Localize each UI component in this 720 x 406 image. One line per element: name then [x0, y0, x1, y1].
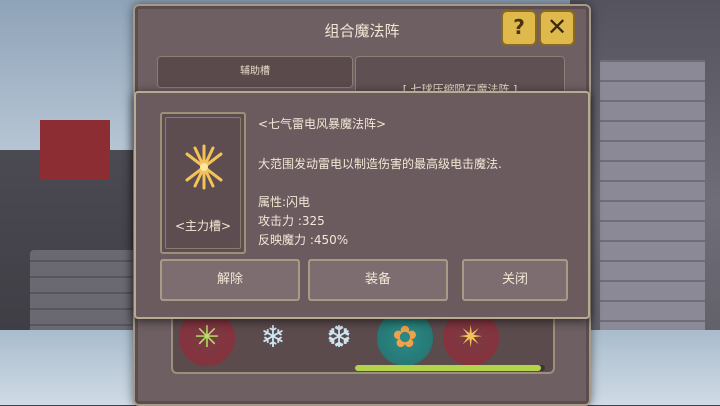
skill-attribute: 属性:闪电 — [258, 195, 311, 209]
unequip-button[interactable]: 解除 — [160, 259, 300, 301]
skill-description: 大范围发动雷电以制造伤害的最高级电击魔法. — [258, 157, 502, 171]
main-slot-frame[interactable]: <主力槽> — [160, 112, 246, 254]
skill-attack: 攻击力 :325 — [258, 214, 325, 228]
background-right-wall — [600, 60, 705, 340]
mana-progress-bar — [355, 365, 545, 371]
skill-name: <七气雷电风暴魔法阵> — [258, 117, 387, 131]
background-curtain — [40, 120, 110, 180]
close-button[interactable]: 关闭 — [462, 259, 568, 301]
main-slot-label: <主力槽> — [174, 219, 232, 233]
background-stone-wall — [30, 250, 140, 340]
skill-reflect-mana: 反映魔力 :450% — [258, 233, 349, 247]
equip-button[interactable]: 装备 — [308, 259, 448, 301]
mana-progress-fill — [355, 365, 542, 371]
tab-formation[interactable]: [ 七球压缩陨石魔法阵 ] — [355, 56, 565, 96]
skill-detail-popup: <主力槽> <七气雷电风暴魔法阵> 大范围发动雷电以制造伤害的最高级电击魔法. … — [134, 91, 590, 319]
tab-auxiliary-slot[interactable]: 辅助槽 — [157, 56, 353, 88]
lightning-storm-icon — [185, 144, 223, 190]
help-button[interactable]: ? — [501, 10, 537, 46]
close-icon[interactable]: ✕ — [539, 10, 575, 46]
